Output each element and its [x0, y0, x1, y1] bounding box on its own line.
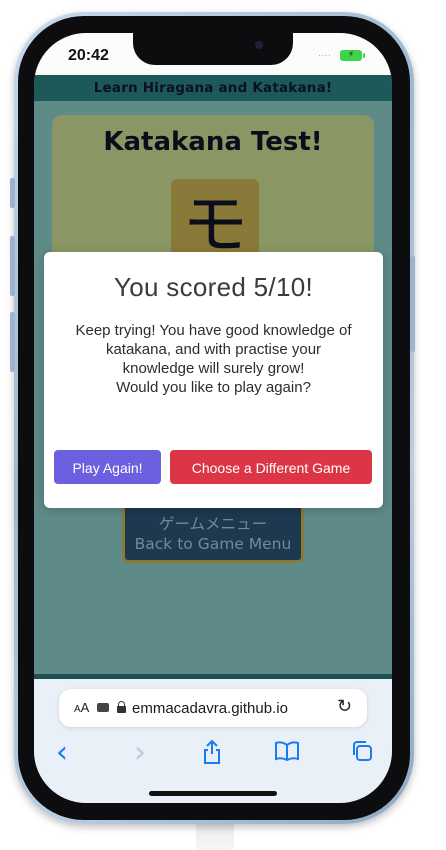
tabs-glyph [353, 741, 372, 761]
forward-icon[interactable]: › [134, 738, 146, 768]
lock-icon [117, 701, 126, 713]
extension-icon[interactable] [97, 703, 109, 712]
signal-icon: .... [318, 49, 332, 59]
play-again-button[interactable]: Play Again! [54, 450, 161, 484]
back-icon[interactable]: ‹ [56, 738, 68, 768]
camera-icon [255, 41, 263, 49]
address-bar[interactable]: AA emmacadavra.github.io ↻ [59, 689, 367, 727]
back-to-menu-button[interactable]: ゲームメニュー Back to Game Menu [122, 503, 304, 563]
home-indicator[interactable] [149, 791, 277, 796]
status-time: 20:42 [68, 47, 109, 64]
score-message: Keep trying! You have good knowledge of … [72, 321, 355, 397]
phone-screen: 20:42 .... ⚡ Learn Hiragana and Katakana… [34, 33, 392, 803]
score-title: You scored 5/10! [114, 272, 313, 302]
tabs-icon[interactable] [350, 739, 374, 771]
menu-button-japanese: ゲームメニュー [158, 515, 268, 533]
volume-up-button [10, 236, 15, 296]
book-glyph [275, 741, 299, 762]
text-size-button[interactable]: AA [74, 700, 89, 715]
silent-switch [10, 178, 15, 208]
score-message-feedback: Keep trying! You have good knowledge of … [75, 322, 352, 377]
url-text[interactable]: emmacadavra.github.io [132, 700, 288, 717]
test-title: Katakana Test! [103, 127, 323, 157]
menu-button-english: Back to Game Menu [134, 535, 292, 553]
share-glyph [204, 739, 220, 764]
status-bar: 20:42 .... ⚡ [34, 33, 392, 75]
score-modal: You scored 5/10! Keep trying! You have g… [44, 252, 383, 508]
browser-toolbar: AA emmacadavra.github.io ↻ ‹ › [34, 679, 392, 803]
volume-down-button [10, 312, 15, 372]
site-header: Learn Hiragana and Katakana! [34, 75, 392, 101]
score-message-prompt: Would you like to play again? [116, 379, 311, 396]
battery-icon: ⚡ [340, 50, 365, 61]
power-button [410, 256, 415, 352]
share-icon[interactable] [202, 739, 222, 773]
bookmarks-icon[interactable] [274, 739, 300, 771]
browser-nav-row: ‹ › [34, 738, 392, 771]
reload-icon[interactable]: ↻ [337, 696, 352, 717]
choose-different-game-button[interactable]: Choose a Different Game [170, 450, 372, 484]
dynamic-notch [133, 33, 293, 65]
